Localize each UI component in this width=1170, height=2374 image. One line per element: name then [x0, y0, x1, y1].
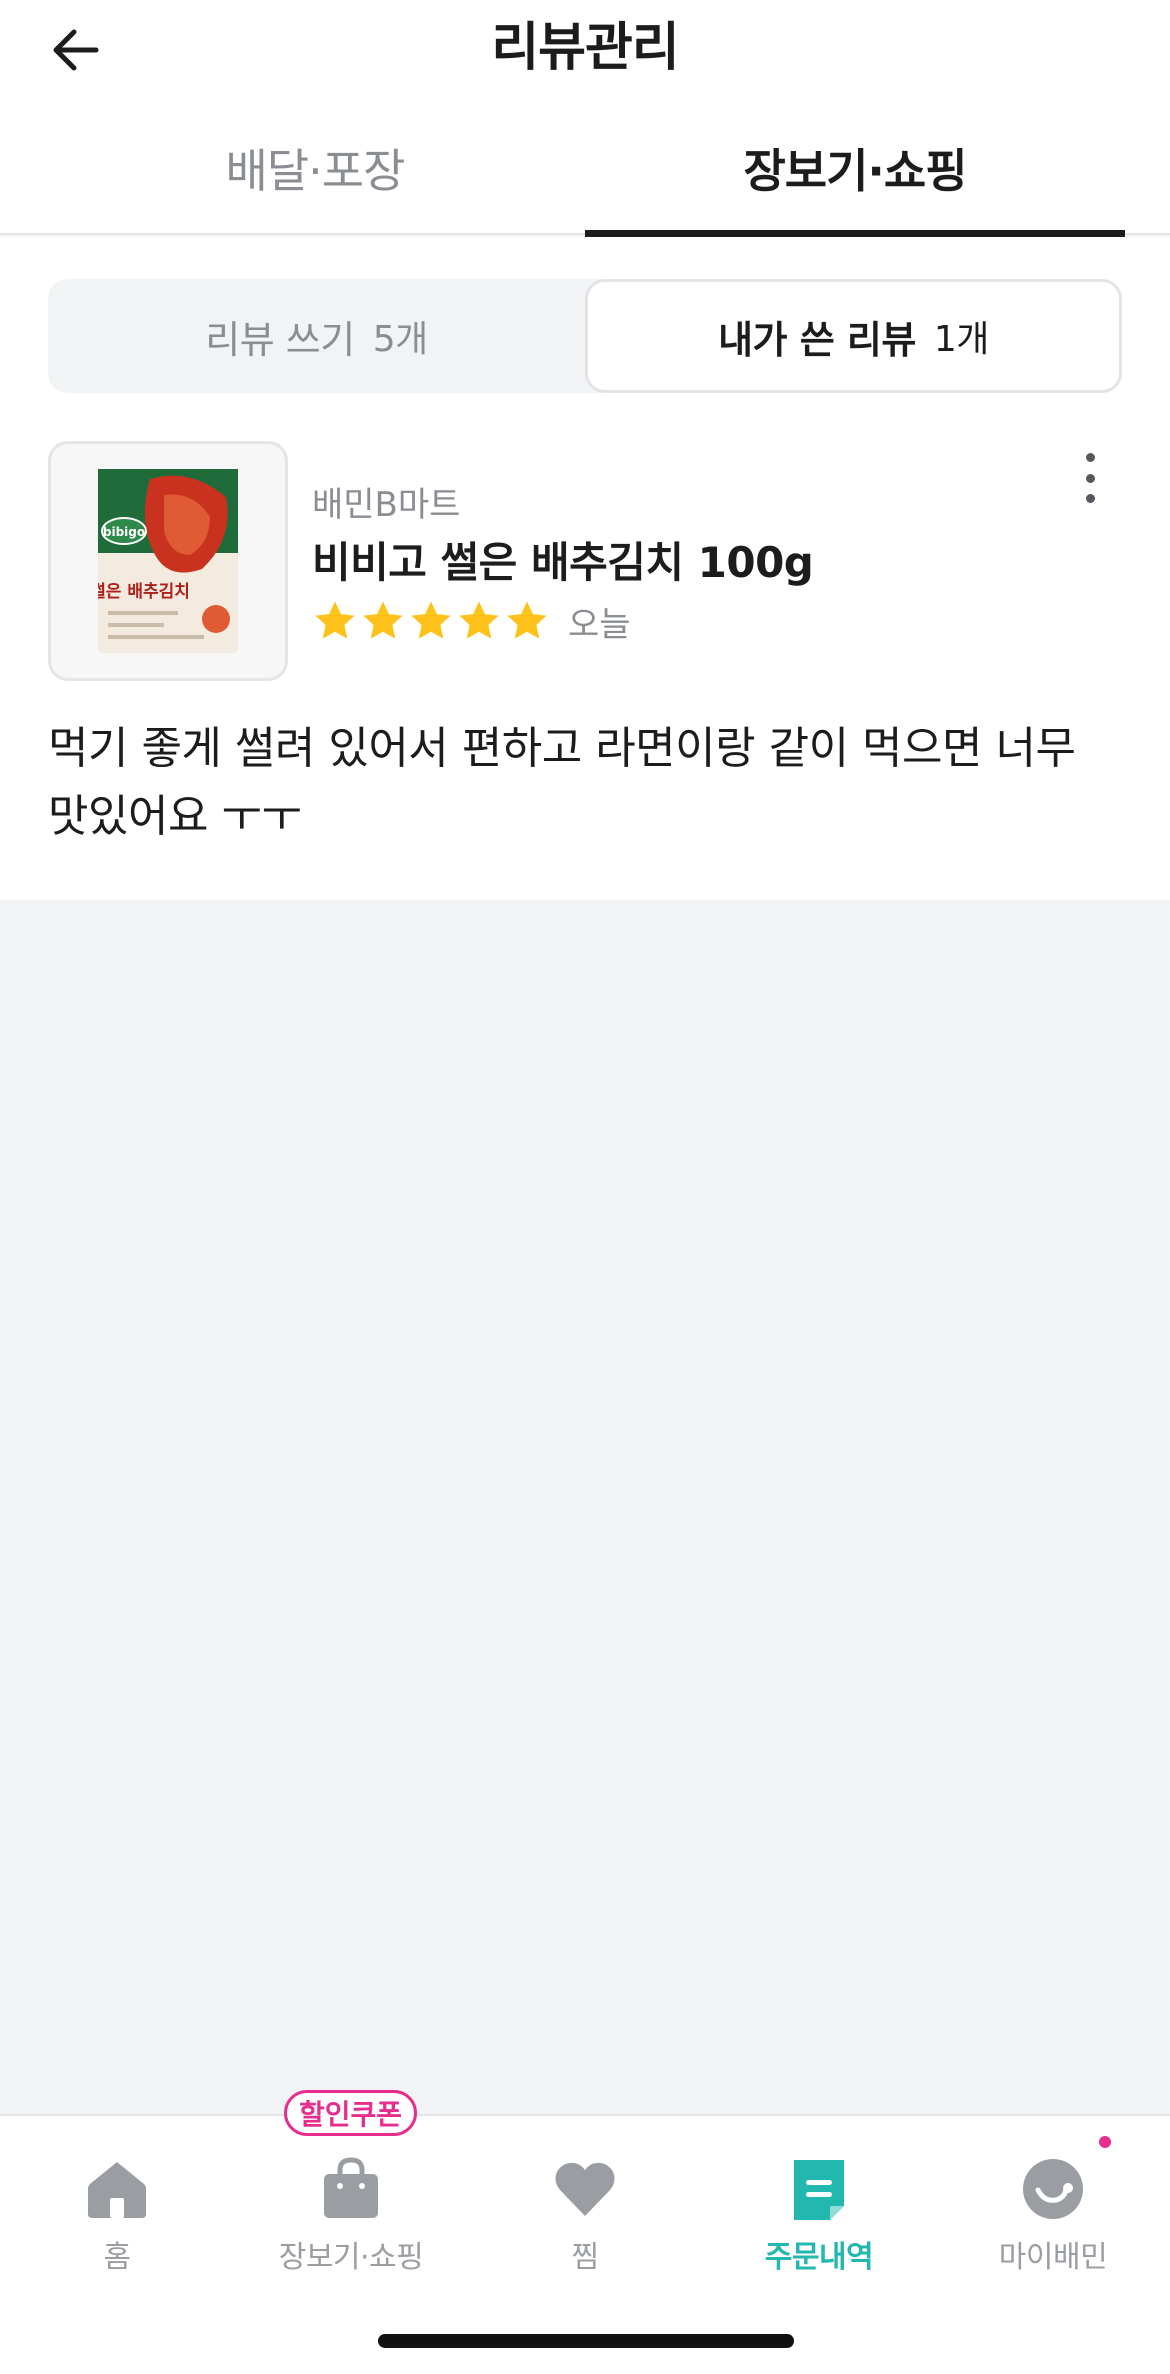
product-name[interactable]: 비비고 썰은 배추김치 100g — [312, 529, 814, 590]
page-title: 리뷰관리 — [491, 18, 679, 78]
star-icon — [507, 601, 547, 639]
review-list: 리뷰 쓰기 5개 내가 쓴 리뷰 1개 bibigo 썰은 배추김치 배민B마트… — [0, 237, 1170, 900]
segment-count: 5개 — [372, 319, 429, 360]
segment-label: 내가 쓴 리뷰 — [718, 317, 916, 362]
star-icon — [363, 601, 403, 639]
nav-label: 찜 — [571, 2240, 599, 2275]
more-options-button[interactable] — [1070, 445, 1110, 511]
nav-label: 홈 — [103, 2240, 131, 2275]
kimchi-package-image: bibigo 썰은 배추김치 — [98, 469, 238, 653]
star-icon — [315, 601, 355, 639]
thumbnail-product-text: 썰은 배추김치 — [98, 582, 190, 602]
more-dot — [1085, 473, 1095, 483]
nav-favorites[interactable]: 찜 — [468, 2144, 702, 2284]
nav-label: 주문내역 — [764, 2240, 874, 2275]
star-icon — [459, 601, 499, 639]
segment-count: 1개 — [933, 319, 990, 360]
review-text: 먹기 좋게 썰려 있어서 편하고 라면이랑 같이 먹으면 너무 맛있어요 ㅜㅜ — [48, 723, 1076, 842]
header: 리뷰관리 — [0, 0, 1170, 100]
segment-label: 리뷰 쓰기 — [205, 317, 355, 362]
segment-write-review[interactable]: 리뷰 쓰기 5개 — [48, 279, 585, 393]
coupon-badge[interactable]: 할인쿠폰 — [284, 2090, 418, 2136]
store-name: 배민B마트 — [312, 485, 461, 525]
order-list-icon — [794, 2160, 844, 2220]
segment-my-reviews[interactable]: 내가 쓴 리뷰 1개 — [585, 279, 1122, 393]
tab-grocery-shopping[interactable]: 장보기·쇼핑 — [585, 100, 1125, 237]
product-thumbnail[interactable]: bibigo 썰은 배추김치 — [48, 441, 288, 681]
nav-label: 마이배민 — [998, 2240, 1108, 2275]
more-dot — [1085, 453, 1095, 462]
nav-label: 장보기·쇼핑 — [278, 2240, 424, 2275]
nav-orders[interactable]: 주문내역 — [702, 2144, 936, 2284]
nav-home[interactable]: 홈 — [0, 2144, 234, 2284]
rating-row: 오늘 — [312, 593, 631, 649]
star-icon — [411, 601, 451, 639]
thumbnail-brand-text: bibigo — [103, 525, 145, 539]
review-segment-control: 리뷰 쓰기 5개 내가 쓴 리뷰 1개 — [48, 279, 1122, 393]
notification-dot — [1099, 2136, 1111, 2148]
my-profile-icon — [1023, 2159, 1083, 2219]
home-icon — [88, 2162, 146, 2218]
tab-delivery-pickup[interactable]: 배달·포장 — [45, 100, 585, 235]
more-dot — [1085, 494, 1095, 503]
heart-icon — [555, 2162, 615, 2216]
nav-shopping[interactable]: 장보기·쇼핑 — [234, 2144, 468, 2284]
review-management-screen: 리뷰관리 배달·포장 장보기·쇼핑 리뷰 쓰기 5개 내가 쓴 리뷰 1개 bi… — [0, 0, 1170, 2374]
top-tabs: 배달·포장 장보기·쇼핑 — [0, 100, 1170, 237]
review-date: 오늘 — [568, 604, 631, 645]
nav-my-baemin[interactable]: 마이배민 — [936, 2144, 1170, 2284]
shopping-bag-icon — [324, 2157, 378, 2218]
home-indicator — [378, 2334, 794, 2348]
